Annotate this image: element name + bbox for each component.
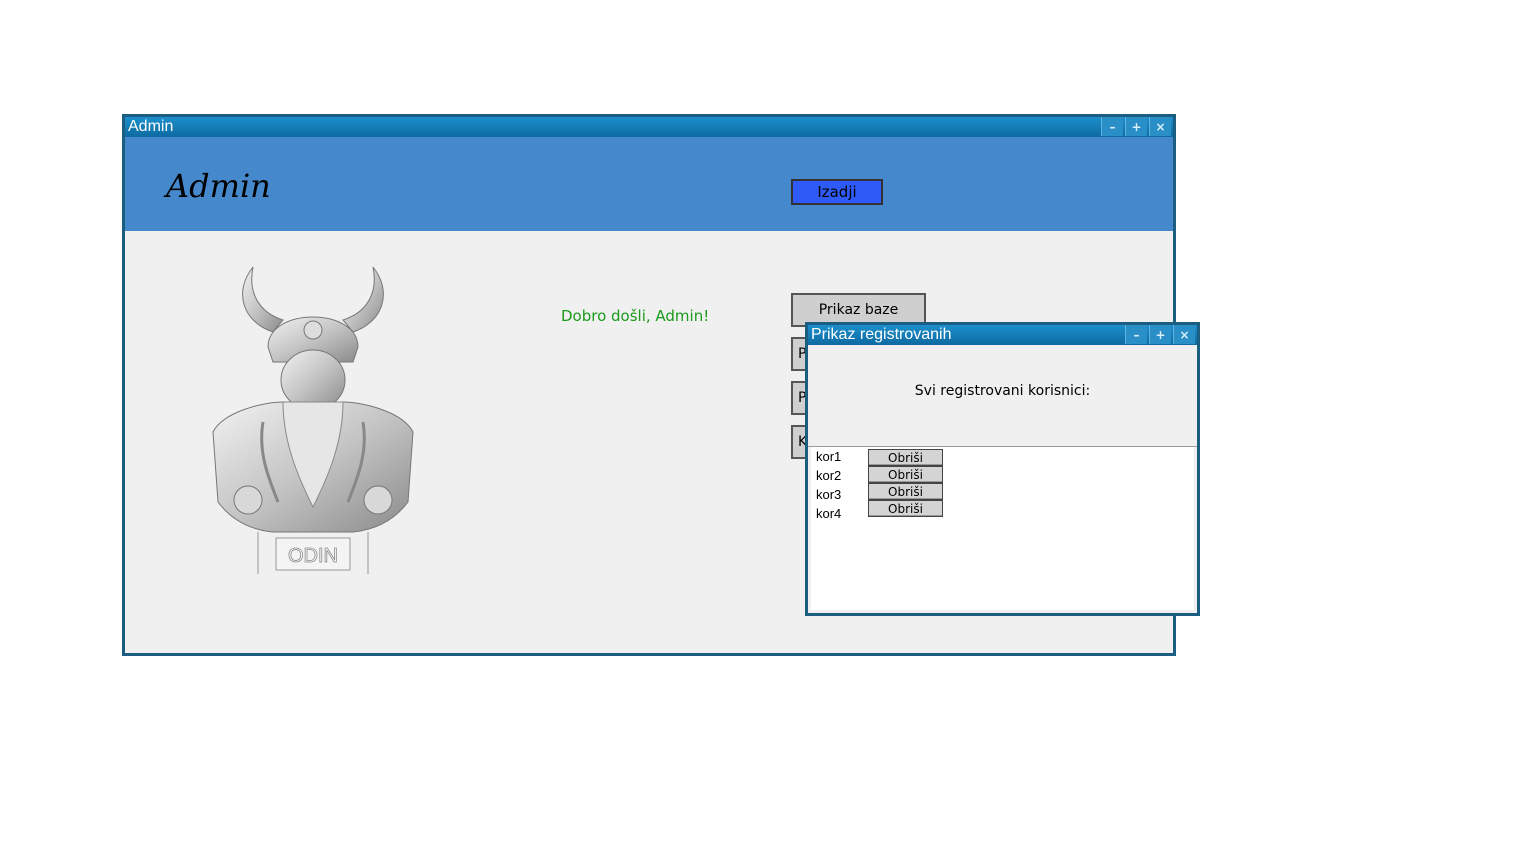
delete-user-button[interactable]: Obriši xyxy=(868,483,943,500)
bust-label: ODIN xyxy=(288,545,338,567)
admin-window-title: Admin xyxy=(128,118,174,135)
minimize-icon[interactable]: – xyxy=(1125,325,1147,344)
close-icon[interactable]: × xyxy=(1173,325,1195,344)
delete-user-button[interactable]: Obriši xyxy=(868,466,943,483)
dialog-header-panel: Svi registrovani korisnici: xyxy=(808,345,1197,447)
delete-user-button[interactable]: Obriši xyxy=(868,449,943,466)
odin-bust-image: ODIN xyxy=(212,266,414,574)
welcome-message: Dobro došli, Admin! xyxy=(561,307,710,325)
registered-users-dialog: Prikaz registrovanih – + × Svi registrov… xyxy=(805,322,1200,616)
page-title: Admin xyxy=(166,167,271,205)
maximize-icon[interactable]: + xyxy=(1149,325,1171,344)
delete-user-button[interactable]: Obriši xyxy=(868,500,943,517)
user-name: kor3 xyxy=(816,487,842,502)
user-name: kor1 xyxy=(816,449,842,464)
dialog-heading: Svi registrovani korisnici: xyxy=(914,383,1091,399)
exit-button[interactable]: Izadji xyxy=(791,179,883,205)
user-name: kor2 xyxy=(816,468,842,483)
maximize-icon[interactable]: + xyxy=(1125,117,1147,136)
users-list: kor1 Obriši kor2 Obriši kor3 Obriši kor4… xyxy=(811,447,1194,610)
user-name: kor4 xyxy=(816,506,842,521)
admin-title-bar[interactable]: Admin – + × xyxy=(125,117,1173,137)
dialog-title: Prikaz registrovanih xyxy=(811,326,952,343)
header-band: Admin Izadji xyxy=(125,137,1173,231)
close-icon[interactable]: × xyxy=(1149,117,1171,136)
minimize-icon[interactable]: – xyxy=(1101,117,1123,136)
dialog-title-bar[interactable]: Prikaz registrovanih – + × xyxy=(808,325,1197,345)
